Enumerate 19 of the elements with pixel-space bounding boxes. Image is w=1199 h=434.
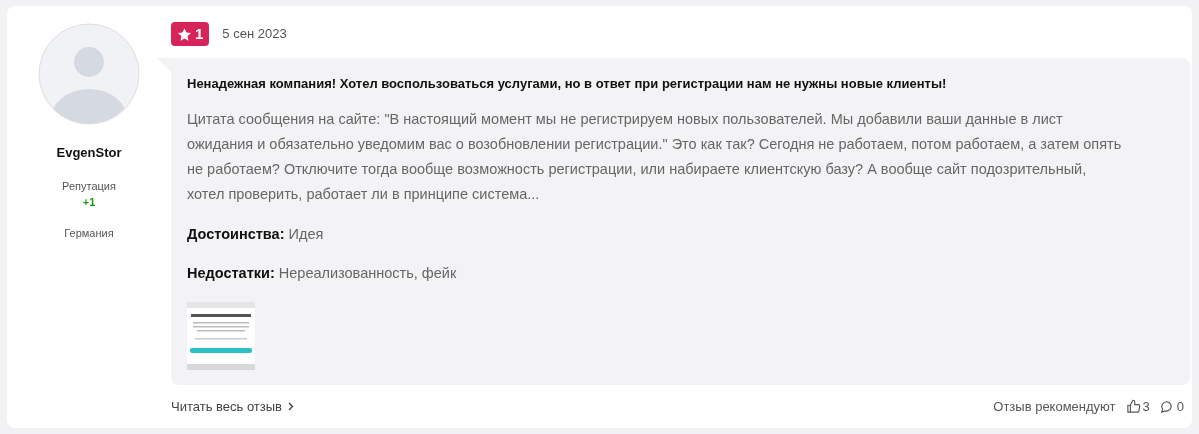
- reputation-label: Репутация: [62, 178, 116, 194]
- rating-badge: 1: [171, 22, 210, 46]
- cons-text: Недостатки: Нереализованность, фейк: [187, 263, 458, 283]
- author-name[interactable]: EvgenStor: [56, 143, 122, 163]
- star-icon: [177, 26, 192, 42]
- review-title: Ненадежная компания! Хотел воспользоваться услугами, но в ответ при регистрации нам не нужны новые клиенты!: [187, 75, 948, 93]
- like-button[interactable]: 3: [1125, 397, 1150, 417]
- pros-text: Достоинства: Идея: [187, 225, 325, 244]
- review-text: Цитата сообщения на сайте: "В настоящий момент мы не регистрируем новых пользователей. Мы добавили ваши данные в лист ожидания и обязательно уведомим вас о возобновлении регистрации." Это как так? Сегодня не работаем, потом работаем, а затем опять не работаем? Отключите тогда вообще возможность регистрации, или набираете клиентскую базу? А вообще сайт подозрительный, хотел проверить, работает ли в принципе система...: [187, 110, 1122, 204]
- reputation-value: +1: [82, 195, 96, 210]
- comment-icon: [1159, 399, 1174, 414]
- review-date: 5 сен 2023: [222, 25, 287, 44]
- thumbs-up-icon: [1125, 399, 1141, 415]
- recommend-label: Отзыв рекомендуют: [993, 398, 1116, 416]
- author-country: Германия: [64, 225, 114, 241]
- avatar-icon: [38, 23, 140, 125]
- comments-button[interactable]: 0: [1159, 397, 1184, 417]
- chevron-right-icon: [288, 402, 294, 412]
- read-more-link[interactable]: Читать весь отзыв: [171, 397, 294, 417]
